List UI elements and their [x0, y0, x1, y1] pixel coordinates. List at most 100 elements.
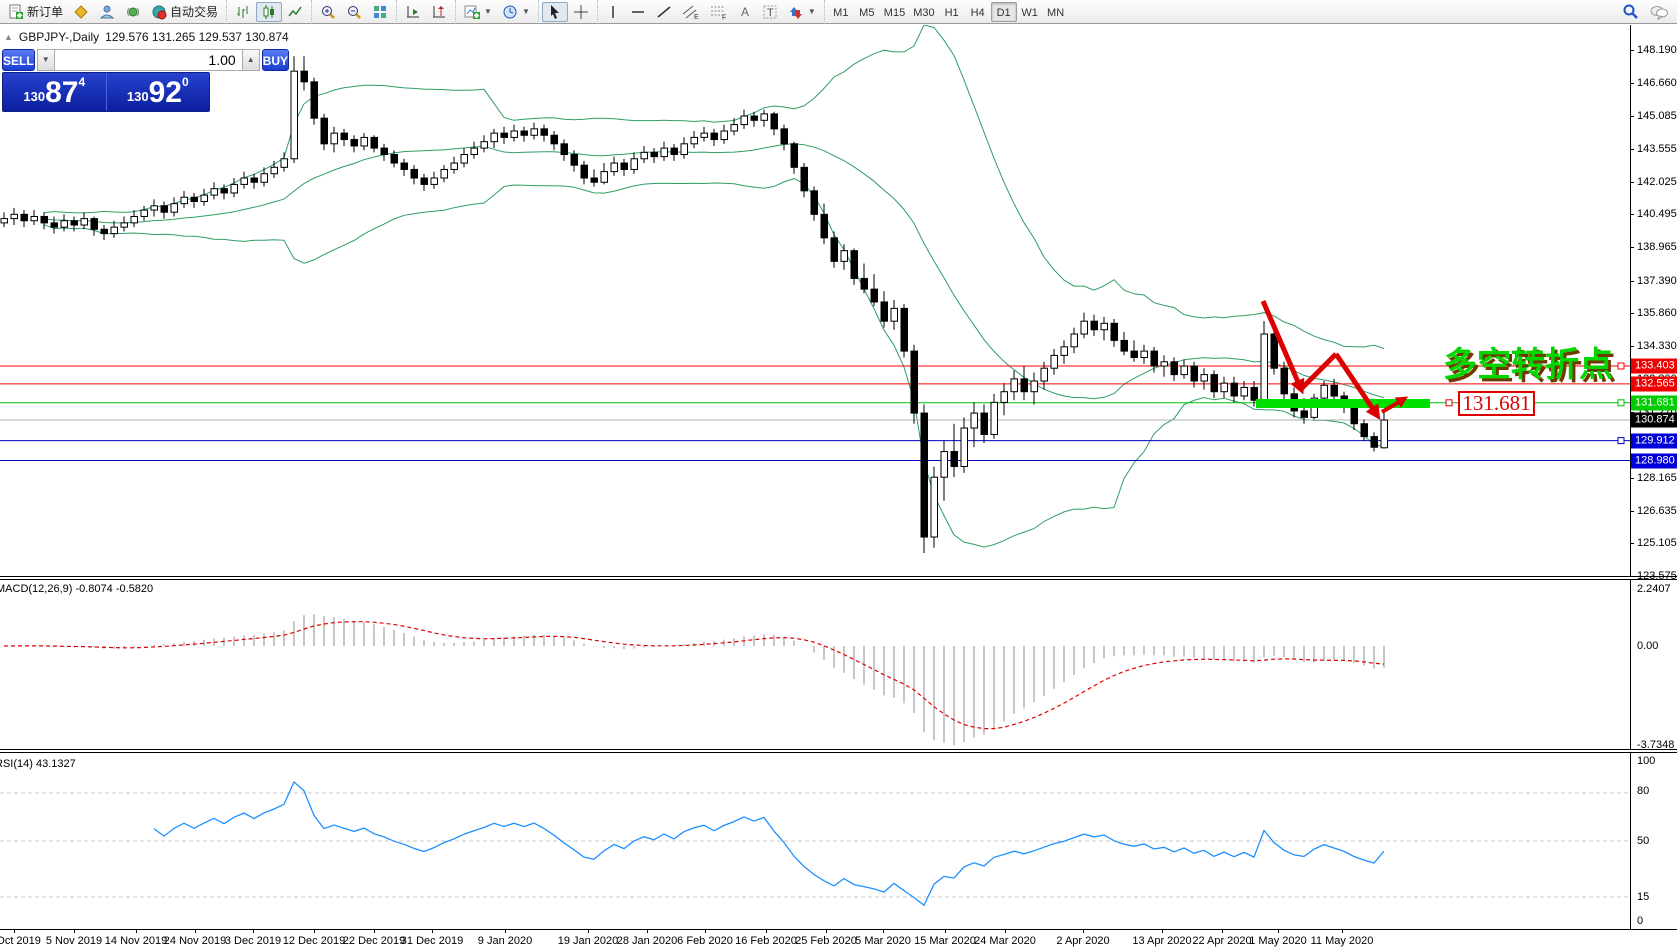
- price-tag-130.874: 130.874: [1631, 412, 1677, 428]
- bullish-candle: [280, 158, 288, 168]
- turning-point-annotation: 多空转折点: [1443, 346, 1613, 384]
- trendline-button[interactable]: [651, 2, 677, 22]
- autotrade-button[interactable]: 自动交易: [146, 2, 223, 22]
- bullish-candle: [930, 476, 938, 538]
- bearish-candle: [1250, 386, 1258, 401]
- line-chart-button[interactable]: [282, 2, 308, 22]
- timeframe-button-m5[interactable]: M5: [854, 2, 880, 22]
- arrows-objects-button[interactable]: ▼: [783, 2, 821, 22]
- price-tag-131.681: 131.681: [1631, 395, 1677, 411]
- equidistant-channel-button[interactable]: E: [677, 2, 705, 22]
- bullish-candle: [1060, 346, 1068, 356]
- chat-icon[interactable]: [1649, 4, 1669, 20]
- bullish-candle: [1010, 378, 1018, 393]
- chart-shift-button[interactable]: [426, 2, 452, 22]
- zoom-in-button[interactable]: [315, 2, 341, 22]
- vertical-line-button[interactable]: [601, 2, 625, 22]
- timeframe-button-d1[interactable]: D1: [990, 1, 1017, 22]
- date-label: 31 Dec 2019: [400, 935, 464, 947]
- bollinger-upper-band: [43, 25, 1385, 349]
- profile-button[interactable]: [94, 2, 120, 22]
- bearish-candle: [800, 166, 808, 192]
- cursor-button[interactable]: [541, 1, 568, 22]
- bullish-candle: [440, 168, 448, 179]
- volume-control: ▼ ▲: [36, 49, 260, 71]
- search-icon[interactable]: [1622, 3, 1639, 20]
- sell-price[interactable]: 130 87 4: [3, 73, 107, 111]
- date-label: 13 Apr 2020: [1132, 935, 1192, 947]
- zoom-out-button[interactable]: [341, 2, 367, 22]
- price-tick-mark: [1630, 214, 1634, 216]
- tile-windows-button[interactable]: [367, 2, 393, 22]
- toolbar-right: [1622, 3, 1677, 20]
- buy-button[interactable]: BUY: [261, 49, 290, 71]
- signals-button[interactable]: [120, 2, 146, 22]
- auto-scroll-button[interactable]: [400, 2, 426, 22]
- market-watch-button[interactable]: [68, 2, 94, 22]
- chart-canvas[interactable]: [0, 25, 1677, 929]
- timeframe-button-h4[interactable]: H4: [965, 2, 991, 22]
- bar-chart-button[interactable]: [230, 2, 256, 22]
- bullish-candle: [1050, 354, 1058, 369]
- bearish-candle: [160, 205, 168, 213]
- timeframe-button-mn[interactable]: MN: [1043, 2, 1069, 22]
- bearish-candle: [1230, 382, 1238, 397]
- timeframe-button-m30[interactable]: M30: [909, 2, 938, 22]
- svg-text:T: T: [767, 7, 774, 19]
- buy-price-base: 130: [126, 89, 149, 104]
- date-tick-mark: [432, 930, 433, 933]
- candlestick-chart-button[interactable]: [256, 1, 283, 22]
- buy-price[interactable]: 130 92 0: [107, 73, 210, 111]
- price-tick-label: 140.495: [1637, 208, 1677, 221]
- label-button[interactable]: T: [757, 2, 783, 22]
- macd-axis-label: 0.00: [1637, 640, 1659, 652]
- add-indicator-button[interactable]: ▼: [459, 2, 497, 22]
- bearish-candle: [580, 164, 588, 179]
- date-label: 22 Dec 2019: [342, 935, 406, 947]
- callout-anchor-marker[interactable]: [1445, 399, 1453, 407]
- sell-button[interactable]: SELL: [2, 49, 35, 71]
- horizontal-line-button[interactable]: [625, 2, 651, 22]
- date-tick-mark: [1278, 930, 1279, 933]
- bullish-candle: [640, 151, 648, 160]
- bearish-candle: [190, 196, 198, 203]
- date-tick-mark: [505, 930, 506, 933]
- bearish-candle: [810, 190, 818, 215]
- toolbar-group-cursor: [537, 0, 597, 24]
- volume-increase-button[interactable]: ▲: [241, 49, 260, 71]
- crosshair-icon: [573, 4, 588, 19]
- text-button[interactable]: A: [733, 2, 757, 22]
- bullish-candle: [270, 166, 278, 175]
- volume-decrease-button[interactable]: ▼: [36, 49, 55, 71]
- price-tick-label: 134.330: [1637, 340, 1677, 353]
- bullish-candle: [760, 113, 768, 121]
- price-tick-label: 126.635: [1637, 504, 1677, 517]
- line-anchor-marker[interactable]: [1617, 362, 1625, 370]
- rsi-axis-label: 15: [1637, 891, 1650, 903]
- timeframe-button-w1[interactable]: W1: [1017, 2, 1043, 22]
- panel-separator-rsi[interactable]: [0, 749, 1677, 753]
- date-label: 24 Nov 2019: [163, 935, 227, 947]
- timeframe-button-m15[interactable]: M15: [880, 2, 909, 22]
- ohlc-values: 129.576 131.265 129.537 130.874: [105, 30, 289, 44]
- bullish-candle: [460, 153, 468, 164]
- timeframe-button-m1[interactable]: M1: [828, 2, 854, 22]
- panel-separator-macd[interactable]: [0, 576, 1677, 580]
- price-callout-label: 131.681: [1458, 391, 1535, 416]
- periods-button[interactable]: ▼: [497, 2, 535, 22]
- vertical-line-icon: [612, 5, 614, 18]
- bearish-candle: [370, 136, 378, 149]
- bullish-candle: [840, 250, 848, 262]
- fibonacci-button[interactable]: F: [705, 2, 733, 22]
- crosshair-button[interactable]: [568, 2, 594, 22]
- timeframe-button-h1[interactable]: H1: [939, 2, 965, 22]
- new-order-button[interactable]: 新订单: [3, 2, 68, 22]
- line-anchor-marker[interactable]: [1617, 399, 1625, 407]
- line-anchor-marker[interactable]: [1617, 437, 1625, 445]
- svg-text:F: F: [722, 14, 726, 20]
- collapse-triangle-icon[interactable]: ▲: [4, 32, 13, 42]
- chart-shift-icon: [433, 5, 446, 17]
- date-axis[interactable]: 7 Oct 2019 5 Nov 201914 Nov 201924 Nov 20…: [0, 929, 1677, 950]
- rsi-axis-label: 80: [1637, 785, 1650, 797]
- volume-input[interactable]: [54, 49, 242, 71]
